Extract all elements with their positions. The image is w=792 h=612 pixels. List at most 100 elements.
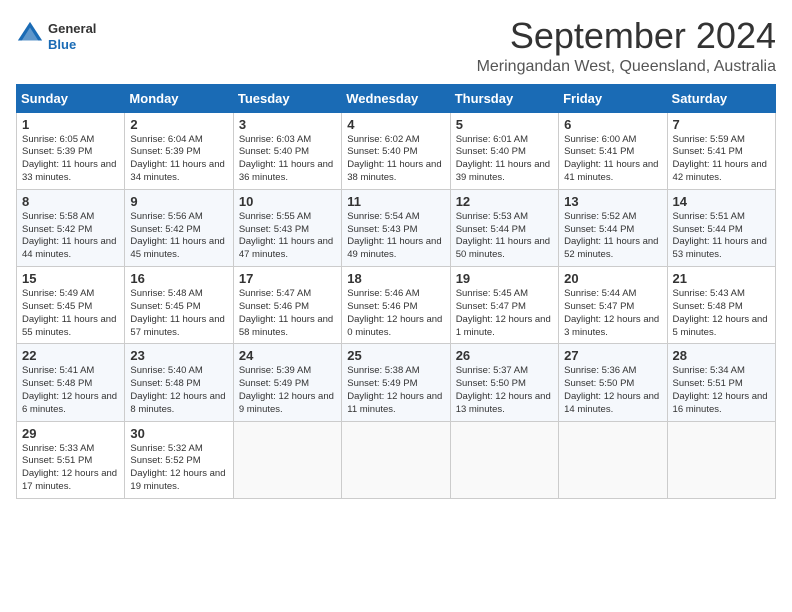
day-number: 17 — [239, 271, 336, 286]
location: Meringandan West, Queensland, Australia — [477, 58, 776, 76]
day-number: 25 — [347, 348, 444, 363]
day-info: Sunrise: 5:52 AMSunset: 5:44 PMDaylight:… — [564, 211, 661, 262]
calendar-cell: 12 Sunrise: 5:53 AMSunset: 5:44 PMDayligh… — [450, 189, 558, 266]
day-info: Sunrise: 5:34 AMSunset: 5:51 PMDaylight:… — [673, 365, 770, 416]
calendar-cell: 5 Sunrise: 6:01 AMSunset: 5:40 PMDaylight… — [450, 112, 558, 189]
header-tuesday: Tuesday — [233, 84, 341, 112]
day-number: 3 — [239, 117, 336, 132]
calendar-cell: 2Sunrise: 6:04 AMSunset: 5:39 PMDaylight… — [125, 112, 233, 189]
calendar-cell: 13Sunrise: 5:52 AMSunset: 5:44 PMDayligh… — [559, 189, 667, 266]
day-number: 21 — [673, 271, 770, 286]
day-info: Sunrise: 5:47 AMSunset: 5:46 PMDaylight:… — [239, 288, 336, 339]
header-saturday: Saturday — [667, 84, 775, 112]
day-info: Sunrise: 5:48 AMSunset: 5:45 PMDaylight:… — [130, 288, 227, 339]
header-sunday: Sunday — [17, 84, 125, 112]
calendar-cell: 22 Sunrise: 5:41 AMSunset: 5:48 PMDayligh… — [17, 344, 125, 421]
title-area: September 2024 Meringandan West, Queensl… — [477, 16, 776, 76]
calendar-cell: 26 Sunrise: 5:37 AMSunset: 5:50 PMDayligh… — [450, 344, 558, 421]
header-thursday: Thursday — [450, 84, 558, 112]
calendar-week-1: 1Sunrise: 6:05 AMSunset: 5:39 PMDaylight… — [17, 112, 776, 189]
header-friday: Friday — [559, 84, 667, 112]
logo: General Blue — [16, 20, 96, 53]
calendar-cell: 25 Sunrise: 5:38 AMSunset: 5:49 PMDayligh… — [342, 344, 450, 421]
calendar-cell: 18 Sunrise: 5:46 AMSunset: 5:46 PMDayligh… — [342, 267, 450, 344]
day-info: Sunrise: 6:00 AMSunset: 5:41 PMDaylight:… — [564, 134, 661, 185]
day-number: 28 — [673, 348, 770, 363]
day-number: 29 — [22, 426, 119, 441]
day-info: Sunrise: 5:43 AMSunset: 5:48 PMDaylight:… — [673, 288, 770, 339]
day-info: Sunrise: 5:55 AMSunset: 5:43 PMDaylight:… — [239, 211, 336, 262]
calendar-header-row: SundayMondayTuesdayWednesdayThursdayFrid… — [17, 84, 776, 112]
day-info: Sunrise: 5:53 AMSunset: 5:44 PMDaylight:… — [456, 211, 553, 262]
day-info: Sunrise: 5:56 AMSunset: 5:42 PMDaylight:… — [130, 211, 227, 262]
day-info: Sunrise: 5:54 AMSunset: 5:43 PMDaylight:… — [347, 211, 444, 262]
day-number: 20 — [564, 271, 661, 286]
day-number: 26 — [456, 348, 553, 363]
day-number: 2 — [130, 117, 227, 132]
calendar-cell: 6 Sunrise: 6:00 AMSunset: 5:41 PMDaylight… — [559, 112, 667, 189]
calendar-cell: 27 Sunrise: 5:36 AMSunset: 5:50 PMDayligh… — [559, 344, 667, 421]
day-info: Sunrise: 6:05 AMSunset: 5:39 PMDaylight:… — [22, 134, 119, 185]
day-number: 24 — [239, 348, 336, 363]
header-monday: Monday — [125, 84, 233, 112]
logo-text: General Blue — [48, 21, 96, 52]
calendar-cell: 23Sunrise: 5:40 AMSunset: 5:48 PMDayligh… — [125, 344, 233, 421]
calendar-cell — [559, 421, 667, 498]
day-number: 23 — [130, 348, 227, 363]
day-info: Sunrise: 5:45 AMSunset: 5:47 PMDaylight:… — [456, 288, 553, 339]
calendar-cell: 9 Sunrise: 5:56 AMSunset: 5:42 PMDaylight… — [125, 189, 233, 266]
calendar-cell: 1Sunrise: 6:05 AMSunset: 5:39 PMDaylight… — [17, 112, 125, 189]
calendar-cell: 19 Sunrise: 5:45 AMSunset: 5:47 PMDayligh… — [450, 267, 558, 344]
day-info: Sunrise: 5:46 AMSunset: 5:46 PMDaylight:… — [347, 288, 444, 339]
day-number: 19 — [456, 271, 553, 286]
day-number: 7 — [673, 117, 770, 132]
day-number: 10 — [239, 194, 336, 209]
day-number: 12 — [456, 194, 553, 209]
header-wednesday: Wednesday — [342, 84, 450, 112]
calendar-cell: 10 Sunrise: 5:55 AMSunset: 5:43 PMDayligh… — [233, 189, 341, 266]
calendar-cell: 4 Sunrise: 6:02 AMSunset: 5:40 PMDaylight… — [342, 112, 450, 189]
day-info: Sunrise: 5:44 AMSunset: 5:47 PMDaylight:… — [564, 288, 661, 339]
day-number: 22 — [22, 348, 119, 363]
day-number: 18 — [347, 271, 444, 286]
calendar-cell: 8Sunrise: 5:58 AMSunset: 5:42 PMDaylight… — [17, 189, 125, 266]
calendar-cell: 7 Sunrise: 5:59 AMSunset: 5:41 PMDaylight… — [667, 112, 775, 189]
header: General Blue September 2024 Meringandan … — [16, 16, 776, 76]
day-info: Sunrise: 5:49 AMSunset: 5:45 PMDaylight:… — [22, 288, 119, 339]
day-number: 15 — [22, 271, 119, 286]
calendar-week-5: 29 Sunrise: 5:33 AMSunset: 5:51 PMDayligh… — [17, 421, 776, 498]
calendar-cell: 3 Sunrise: 6:03 AMSunset: 5:40 PMDaylight… — [233, 112, 341, 189]
day-info: Sunrise: 5:59 AMSunset: 5:41 PMDaylight:… — [673, 134, 770, 185]
day-number: 6 — [564, 117, 661, 132]
day-info: Sunrise: 5:39 AMSunset: 5:49 PMDaylight:… — [239, 365, 336, 416]
calendar-cell — [233, 421, 341, 498]
calendar-cell: 21 Sunrise: 5:43 AMSunset: 5:48 PMDayligh… — [667, 267, 775, 344]
calendar-cell: 28 Sunrise: 5:34 AMSunset: 5:51 PMDayligh… — [667, 344, 775, 421]
calendar-cell: 15 Sunrise: 5:49 AMSunset: 5:45 PMDayligh… — [17, 267, 125, 344]
day-info: Sunrise: 5:38 AMSunset: 5:49 PMDaylight:… — [347, 365, 444, 416]
day-info: Sunrise: 6:01 AMSunset: 5:40 PMDaylight:… — [456, 134, 553, 185]
calendar-cell: 16Sunrise: 5:48 AMSunset: 5:45 PMDayligh… — [125, 267, 233, 344]
day-info: Sunrise: 5:32 AMSunset: 5:52 PMDaylight:… — [130, 443, 227, 494]
day-info: Sunrise: 5:36 AMSunset: 5:50 PMDaylight:… — [564, 365, 661, 416]
logo-blue: Blue — [48, 37, 96, 53]
calendar-cell — [450, 421, 558, 498]
day-number: 9 — [130, 194, 227, 209]
calendar-cell: 24 Sunrise: 5:39 AMSunset: 5:49 PMDayligh… — [233, 344, 341, 421]
day-number: 4 — [347, 117, 444, 132]
day-info: Sunrise: 5:37 AMSunset: 5:50 PMDaylight:… — [456, 365, 553, 416]
day-number: 14 — [673, 194, 770, 209]
calendar-week-4: 22 Sunrise: 5:41 AMSunset: 5:48 PMDayligh… — [17, 344, 776, 421]
day-info: Sunrise: 5:51 AMSunset: 5:44 PMDaylight:… — [673, 211, 770, 262]
day-info: Sunrise: 5:33 AMSunset: 5:51 PMDaylight:… — [22, 443, 119, 494]
logo-general: General — [48, 21, 96, 37]
day-info: Sunrise: 5:41 AMSunset: 5:48 PMDaylight:… — [22, 365, 119, 416]
day-info: Sunrise: 6:02 AMSunset: 5:40 PMDaylight:… — [347, 134, 444, 185]
day-info: Sunrise: 6:03 AMSunset: 5:40 PMDaylight:… — [239, 134, 336, 185]
day-number: 30 — [130, 426, 227, 441]
day-number: 27 — [564, 348, 661, 363]
day-number: 11 — [347, 194, 444, 209]
calendar-week-3: 15 Sunrise: 5:49 AMSunset: 5:45 PMDayligh… — [17, 267, 776, 344]
calendar-cell: 11 Sunrise: 5:54 AMSunset: 5:43 PMDayligh… — [342, 189, 450, 266]
day-number: 5 — [456, 117, 553, 132]
